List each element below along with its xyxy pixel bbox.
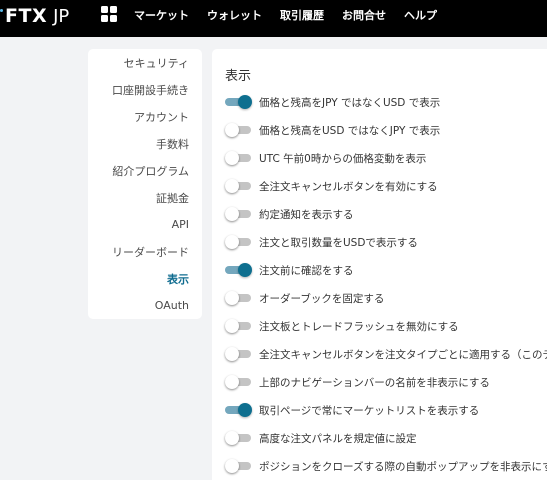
setting-row: オーダーブックを固定する (225, 289, 384, 307)
logo-suffix: JP (53, 5, 70, 27)
toggle-knob (225, 123, 239, 137)
setting-row: 上部のナビゲーションバーの名前を非表示にする (225, 373, 490, 391)
sidebar-item-fees[interactable]: 手数料 (88, 130, 202, 157)
setting-row: 注文前に確認をする (225, 261, 354, 279)
sidebar-item-margin[interactable]: 証拠金 (88, 184, 202, 211)
setting-toggle[interactable] (225, 458, 253, 474)
panel-title: 表示 (225, 69, 252, 84)
sidebar-item-account[interactable]: アカウント (88, 103, 202, 130)
main-nav: マーケット ウォレット 取引履歴 お問合せ ヘルプ (134, 7, 455, 23)
toggle-knob (225, 431, 239, 445)
setting-toggle[interactable] (225, 290, 253, 306)
setting-label: UTC 午前0時からの価格変動を表示 (259, 152, 427, 165)
setting-row: UTC 午前0時からの価格変動を表示 (225, 149, 426, 167)
toggle-knob (225, 207, 239, 221)
setting-label: 注文前に確認をする (259, 264, 354, 277)
sidebar-item-security[interactable]: セキュリティ (88, 49, 202, 76)
setting-row: ポジションをクローズする際の自動ポップアップを非表示にす (225, 457, 547, 475)
setting-label: ポジションをクローズする際の自動ポップアップを非表示にす (259, 460, 547, 473)
setting-row: 全注文キャンセルボタンを有効にする (225, 177, 438, 195)
apps-grid-icon[interactable] (101, 6, 117, 22)
setting-label: 全注文キャンセルボタンを有効にする (259, 180, 438, 193)
toggle-knob (225, 459, 239, 473)
nav-markets[interactable]: マーケット (134, 7, 189, 23)
toggle-knob (225, 235, 239, 249)
setting-label: 取引ページで常にマーケットリストを表示する (259, 404, 480, 417)
nav-help[interactable]: ヘルプ (404, 7, 437, 23)
setting-toggle[interactable] (225, 150, 253, 166)
sidebar-item-leaderboard[interactable]: リーダーボード (88, 238, 202, 265)
setting-label: 価格と残高をUSD ではなくJPY で表示 (259, 124, 441, 137)
logo-dot (0, 9, 3, 12)
settings-sidebar: セキュリティ 口座開設手続き アカウント 手数料 紹介プログラム 証拠金 API リーダーボー… (88, 49, 202, 319)
toggle-knob (225, 319, 239, 333)
setting-row: 注文板とトレードフラッシュを無効にする (225, 317, 459, 335)
sidebar-item-account-opening[interactable]: 口座開設手続き (88, 76, 202, 103)
nav-contact[interactable]: お問合せ (342, 7, 386, 23)
setting-toggle[interactable] (225, 178, 253, 194)
setting-row: 注文と取引数量をUSDで表示する (225, 233, 418, 251)
sidebar-item-display[interactable]: 表示 (88, 265, 202, 292)
logo-text: FTX (5, 5, 48, 27)
setting-toggle[interactable] (225, 262, 253, 278)
setting-row: 価格と残高をUSD ではなくJPY で表示 (225, 121, 440, 139)
nav-history[interactable]: 取引履歴 (280, 7, 324, 23)
setting-toggle[interactable] (225, 122, 253, 138)
setting-toggle[interactable] (225, 346, 253, 362)
sidebar-item-api[interactable]: API (88, 211, 202, 238)
setting-toggle[interactable] (225, 206, 253, 222)
toggle-knob (225, 291, 239, 305)
setting-label: 価格と残高をJPY ではなくUSD で表示 (259, 96, 441, 109)
toggle-knob (238, 403, 252, 417)
setting-toggle[interactable] (225, 402, 253, 418)
toggle-knob (238, 95, 252, 109)
sidebar-item-oauth[interactable]: OAuth (88, 292, 202, 319)
setting-label: 全注文キャンセルボタンを注文タイプごとに適用する（このデ (259, 348, 547, 361)
setting-label: 注文と取引数量をUSDで表示する (259, 236, 418, 249)
sidebar-item-referral[interactable]: 紹介プログラム (88, 157, 202, 184)
setting-toggle[interactable] (225, 374, 253, 390)
setting-row: 約定通知を表示する (225, 205, 354, 223)
setting-row: 取引ページで常にマーケットリストを表示する (225, 401, 479, 419)
setting-toggle[interactable] (225, 430, 253, 446)
setting-row: 高度な注文パネルを規定値に設定 (225, 429, 417, 447)
setting-toggle[interactable] (225, 94, 253, 110)
setting-label: 約定通知を表示する (259, 208, 354, 221)
toggle-knob (225, 347, 239, 361)
nav-wallet[interactable]: ウォレット (207, 7, 262, 23)
setting-row: 価格と残高をJPY ではなくUSD で表示 (225, 93, 440, 111)
toggle-knob (225, 179, 239, 193)
toggle-knob (225, 151, 239, 165)
setting-label: 注文板とトレードフラッシュを無効にする (259, 320, 459, 333)
display-settings-panel: 表示 価格と残高をJPY ではなくUSD で表示 価格と残高をUSD ではなくJP… (212, 49, 547, 480)
setting-toggle[interactable] (225, 318, 253, 334)
setting-toggle[interactable] (225, 234, 253, 250)
setting-label: 上部のナビゲーションバーの名前を非表示にする (259, 376, 490, 389)
setting-row: 全注文キャンセルボタンを注文タイプごとに適用する（このデ (225, 345, 547, 363)
toggle-knob (225, 375, 239, 389)
toggle-knob (238, 263, 252, 277)
setting-label: 高度な注文パネルを規定値に設定 (259, 432, 417, 445)
top-navbar: FTX JP マーケット ウォレット 取引履歴 お問合せ ヘルプ (0, 0, 547, 37)
setting-label: オーダーブックを固定する (259, 292, 385, 305)
ftx-logo[interactable]: FTX JP (0, 5, 69, 27)
